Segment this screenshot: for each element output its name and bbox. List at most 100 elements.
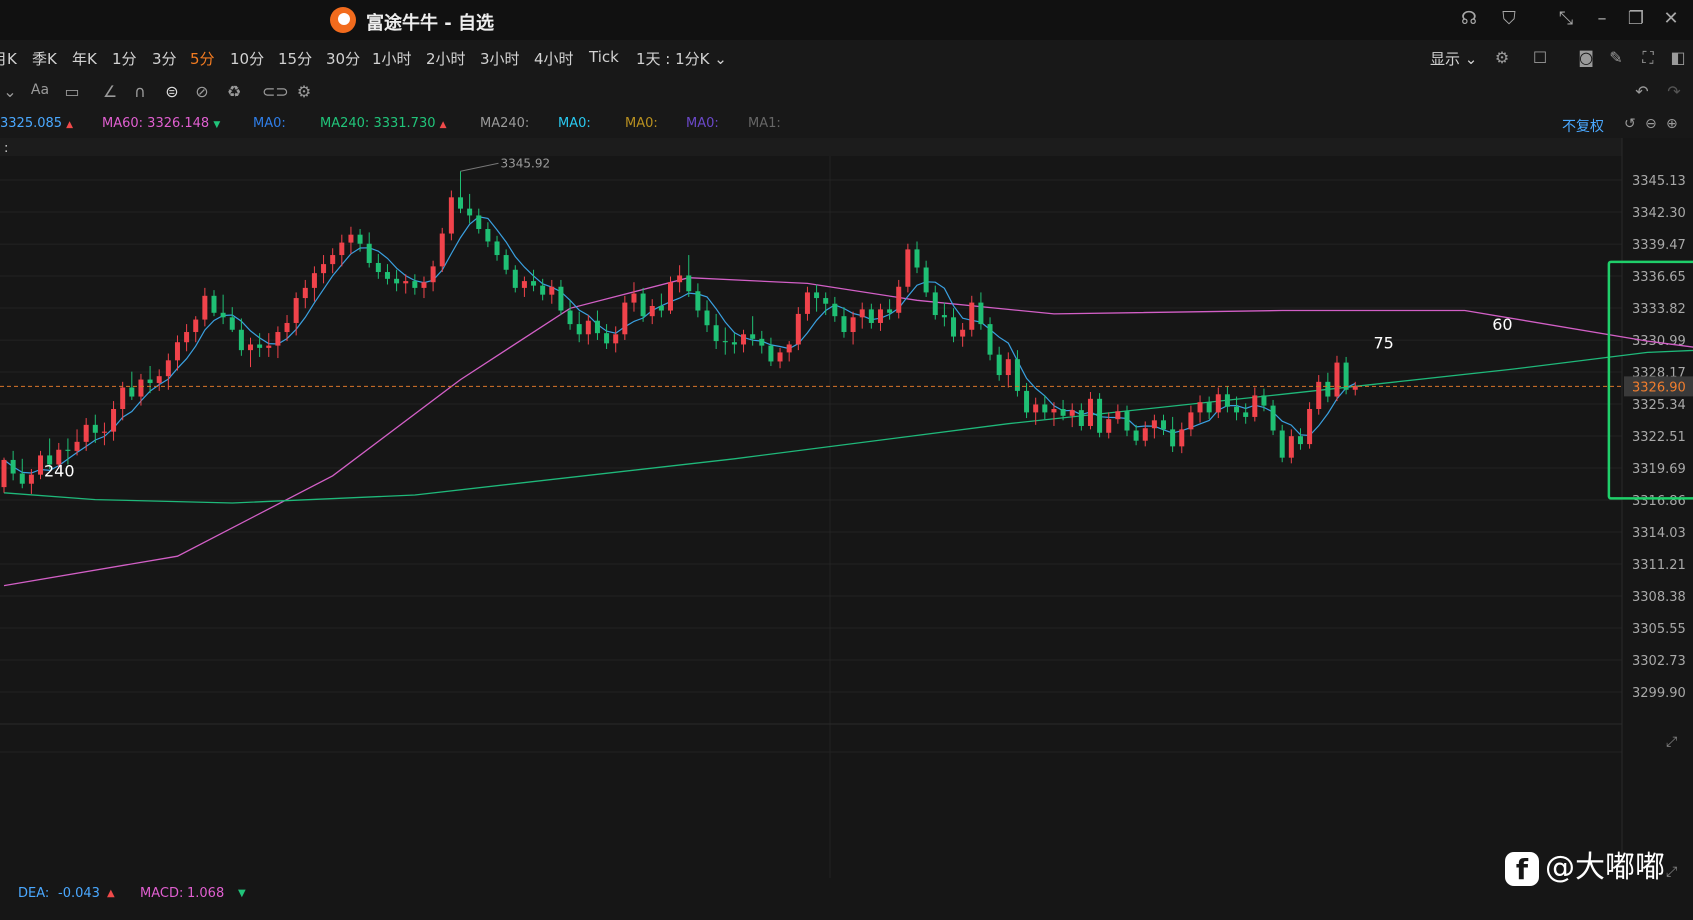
ma-indicator-6[interactable]: MA0:: [625, 116, 658, 131]
candle-body-112: [1024, 390, 1030, 413]
layout-icon[interactable]: ☐: [1530, 48, 1550, 67]
minimize-icon[interactable]: –: [1588, 8, 1616, 29]
undo-icon[interactable]: ↶: [1632, 82, 1652, 101]
candle-body-77: [704, 310, 710, 326]
period-tab-11[interactable]: 3小时: [480, 48, 520, 69]
candle-body-105: [960, 329, 966, 337]
candle-body-35: [321, 264, 327, 274]
candle-body-47: [430, 266, 436, 283]
candle-body-22: [202, 295, 208, 320]
candle-body-25: [229, 317, 235, 330]
dropdown-icon[interactable]: ⌄: [0, 82, 20, 101]
comment-icon[interactable]: ▭: [62, 82, 82, 101]
candle-body-126: [1151, 420, 1157, 429]
ma-indicator-5[interactable]: MA0:: [558, 116, 591, 131]
candle-body-122: [1115, 411, 1121, 420]
period-tab-2[interactable]: 年K: [72, 48, 97, 69]
settings-icon[interactable]: ⚙: [1492, 48, 1512, 67]
chart-background: [0, 138, 1693, 878]
candle-body-131: [1197, 402, 1203, 413]
candle-body-117: [1069, 410, 1075, 416]
fullscreen-icon[interactable]: ⛶: [1638, 48, 1658, 68]
candle-body-142: [1297, 436, 1303, 445]
sync-icon[interactable]: ⊜: [162, 82, 182, 101]
candle-body-129: [1179, 429, 1185, 447]
y-tick-label-4: 3333.82: [1632, 302, 1686, 317]
candle-body-102: [932, 292, 938, 316]
current-price-text: 3326.90: [1632, 380, 1686, 395]
camera-icon[interactable]: ◙: [1576, 48, 1596, 67]
period-tab-12[interactable]: 4小时: [534, 48, 574, 69]
reset-icon[interactable]: ↺: [1624, 116, 1636, 132]
chart-header-strip: [0, 138, 1622, 156]
candle-body-101: [923, 267, 929, 293]
font-icon[interactable]: Aa: [30, 82, 50, 98]
magnet-icon[interactable]: ∩: [130, 82, 150, 101]
zoom-in-icon[interactable]: ⊕: [1666, 116, 1678, 132]
pen-icon[interactable]: ∠: [100, 82, 120, 101]
candle-body-99: [905, 249, 911, 287]
compare-icon[interactable]: ⊂⊃: [262, 82, 289, 101]
period-tab-9[interactable]: 1小时: [372, 48, 412, 69]
period-tab-13[interactable]: Tick: [589, 48, 619, 66]
pencil-icon[interactable]: ✎: [1606, 48, 1626, 67]
candle-body-137: [1252, 395, 1258, 417]
ma-indicator-4[interactable]: MA240:: [480, 116, 529, 131]
period-tab-0[interactable]: 月K: [0, 48, 17, 69]
candle-body-4: [38, 455, 44, 475]
candle-body-106: [969, 302, 975, 330]
panel-toggle-icon[interactable]: ◧: [1668, 48, 1688, 67]
gear-icon[interactable]: ⚙: [294, 82, 314, 101]
ma-indicator-8[interactable]: MA1:: [748, 116, 781, 131]
candle-body-11: [101, 431, 107, 433]
period-tab-3[interactable]: 1分: [112, 48, 137, 69]
candle-body-52: [476, 215, 482, 230]
chart-colon: :: [4, 141, 8, 156]
candle-body-61: [558, 286, 564, 311]
candle-body-16: [147, 379, 153, 383]
period-tab-1[interactable]: 季K: [32, 48, 57, 69]
dea-trend: ▲: [107, 888, 115, 899]
candle-body-96: [877, 309, 883, 323]
redo-icon[interactable]: ↷: [1664, 82, 1684, 101]
candle-body-38: [348, 234, 354, 243]
period-tab-4[interactable]: 3分: [152, 48, 177, 69]
candle-body-148: [1352, 386, 1358, 390]
trash-icon[interactable]: ♻: [224, 82, 244, 101]
shirt-icon[interactable]: ⛉: [1495, 8, 1523, 29]
adjust-button[interactable]: 不复权: [1562, 116, 1604, 136]
candle-body-42: [384, 272, 390, 279]
candle-body-93: [850, 317, 856, 333]
period-tab-10[interactable]: 2小时: [426, 48, 466, 69]
hide-icon[interactable]: ⊘: [192, 82, 212, 101]
candle-body-114: [1042, 404, 1048, 413]
candle-body-0: [1, 459, 7, 488]
close-icon[interactable]: ✕: [1657, 8, 1685, 29]
ma-indicator-0[interactable]: 3325.085 ▲: [0, 116, 73, 131]
candle-body-26: [238, 329, 244, 351]
period-tab-5[interactable]: 5分: [190, 48, 215, 69]
ma-indicator-3[interactable]: MA240: 3331.730 ▲: [320, 116, 447, 131]
candle-body-147: [1343, 362, 1349, 390]
display-menu-button[interactable]: 显示 ⌄: [1430, 48, 1477, 69]
headset-icon[interactable]: ☊: [1455, 8, 1483, 29]
candlestick-chart[interactable]: : 3345.13 3342.30 3339.47 3336.65 3333.82 3330…: [0, 138, 1693, 878]
candle-body-32: [293, 298, 299, 323]
ma-indicator-2[interactable]: MA0:: [253, 116, 286, 131]
candle-body-33: [302, 287, 308, 299]
candle-body-71: [649, 305, 655, 317]
candle-body-134: [1224, 394, 1230, 407]
restore-icon[interactable]: ❐: [1622, 8, 1650, 29]
app-window: 富途牛牛 - 自选 ☊ ⛉ ⤡ – ❐ ✕ 月K 季K 年K 1分 3分 5分 10分 15分…: [0, 0, 1693, 920]
period-tab-14[interactable]: 1天 : 1分K ⌄: [636, 48, 727, 69]
candle-body-63: [576, 324, 582, 335]
shrink-icon[interactable]: ⤡: [1552, 8, 1580, 29]
period-tab-7[interactable]: 15分: [278, 48, 312, 69]
candle-body-92: [841, 316, 847, 333]
zoom-out-icon[interactable]: ⊖: [1645, 116, 1657, 132]
period-tab-8[interactable]: 30分: [326, 48, 360, 69]
y-tick-label-7: 3325.34: [1632, 398, 1686, 413]
ma-indicator-7[interactable]: MA0:: [686, 116, 719, 131]
ma-indicator-1[interactable]: MA60: 3326.148 ▼: [102, 116, 220, 131]
period-tab-6[interactable]: 10分: [230, 48, 264, 69]
